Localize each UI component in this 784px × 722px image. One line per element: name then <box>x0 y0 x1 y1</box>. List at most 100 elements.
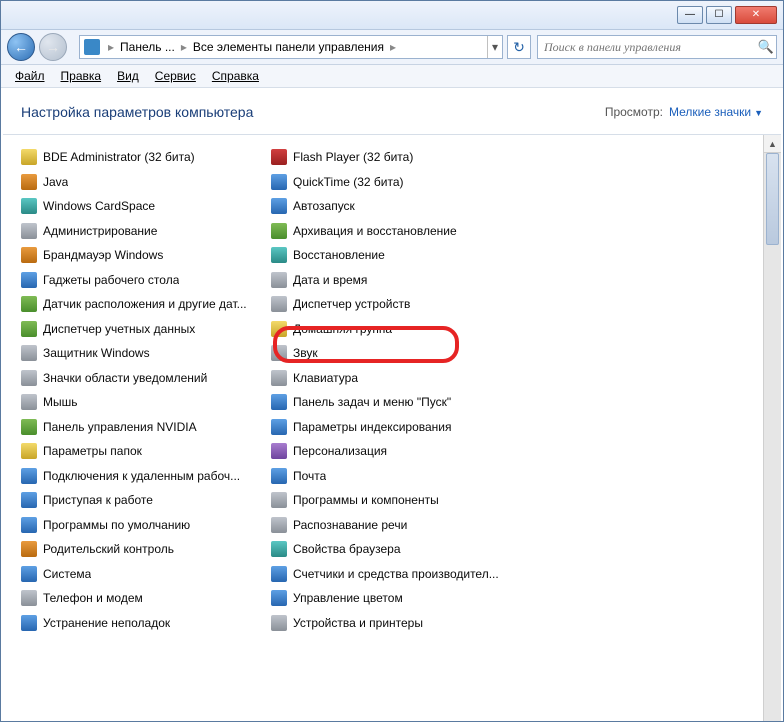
item-label: Управление цветом <box>293 591 403 605</box>
address-dropdown[interactable]: ▾ <box>487 36 502 58</box>
item-label: Брандмауэр Windows <box>43 248 163 262</box>
item-label: Устройства и принтеры <box>293 616 423 630</box>
item-label: Windows CardSpace <box>43 199 155 213</box>
back-button[interactable]: ← <box>7 33 35 61</box>
control-panel-item[interactable]: Панель управления NVIDIA <box>17 415 267 440</box>
menu-file[interactable]: Файл <box>7 67 53 85</box>
view-dropdown[interactable]: Мелкие значки▼ <box>669 105 763 119</box>
control-panel-item[interactable]: Домашняя группа <box>267 317 517 342</box>
breadcrumb-segment[interactable]: Все элементы панели управления <box>191 40 386 54</box>
control-panel-item[interactable]: Мышь <box>17 390 267 415</box>
close-icon: ✕ <box>752 10 760 20</box>
item-icon <box>271 247 287 263</box>
control-panel-item[interactable]: Распознавание речи <box>267 513 517 538</box>
item-label: BDE Administrator (32 бита) <box>43 150 195 164</box>
breadcrumb-segment[interactable]: Панель ... <box>118 40 177 54</box>
control-panel-item[interactable]: Параметры индексирования <box>267 415 517 440</box>
item-icon <box>271 468 287 484</box>
control-panel-item[interactable]: Администрирование <box>17 219 267 244</box>
address-bar[interactable]: ▸ Панель ... ▸ Все элементы панели управ… <box>79 35 503 59</box>
scroll-up-button[interactable]: ▲ <box>764 135 781 153</box>
item-icon <box>271 419 287 435</box>
item-icon <box>271 541 287 557</box>
control-panel-item[interactable]: Подключения к удаленным рабоч... <box>17 464 267 489</box>
control-panel-item[interactable]: QuickTime (32 бита) <box>267 170 517 195</box>
refresh-button[interactable]: ↻ <box>507 35 531 59</box>
minimize-icon: — <box>685 10 695 20</box>
control-panel-item[interactable]: Клавиатура <box>267 366 517 391</box>
chevron-right-icon: ▸ <box>104 40 118 54</box>
item-icon <box>21 345 37 361</box>
search-input[interactable] <box>538 40 756 55</box>
item-icon <box>271 615 287 631</box>
control-panel-item[interactable]: Автозапуск <box>267 194 517 219</box>
control-panel-item[interactable]: Почта <box>267 464 517 489</box>
control-panel-item[interactable]: Программы по умолчанию <box>17 513 267 538</box>
item-label: Значки области уведомлений <box>43 371 207 385</box>
item-icon <box>21 492 37 508</box>
control-panel-item[interactable]: Flash Player (32 бита) <box>267 145 517 170</box>
control-panel-item[interactable]: Устранение неполадок <box>17 611 267 636</box>
content-area: BDE Administrator (32 бита) Java Windows C… <box>3 134 781 722</box>
control-panel-icon <box>84 39 100 55</box>
forward-button[interactable]: → <box>39 33 67 61</box>
control-panel-item[interactable]: Брандмауэр Windows <box>17 243 267 268</box>
control-panel-item[interactable]: Windows CardSpace <box>17 194 267 219</box>
control-panel-item[interactable]: Приступая к работе <box>17 488 267 513</box>
control-panel-item[interactable]: Значки области уведомлений <box>17 366 267 391</box>
control-panel-item[interactable]: Диспетчер учетных данных <box>17 317 267 342</box>
control-panel-item[interactable]: Восстановление <box>267 243 517 268</box>
item-label: Клавиатура <box>293 371 358 385</box>
arrow-right-icon: → <box>46 39 60 55</box>
control-panel-item[interactable]: Архивация и восстановление <box>267 219 517 244</box>
control-panel-item[interactable]: Диспетчер устройств <box>267 292 517 317</box>
item-label: Персонализация <box>293 444 387 458</box>
control-panel-item[interactable]: Персонализация <box>267 439 517 464</box>
minimize-button[interactable]: — <box>677 6 703 24</box>
control-panel-item[interactable]: Устройства и принтеры <box>267 611 517 636</box>
search-box[interactable]: 🔍 <box>537 35 777 59</box>
control-panel-item[interactable]: Защитник Windows <box>17 341 267 366</box>
control-panel-item[interactable]: BDE Administrator (32 бита) <box>17 145 267 170</box>
control-panel-item[interactable]: Свойства браузера <box>267 537 517 562</box>
close-button[interactable]: ✕ <box>735 6 777 24</box>
item-icon <box>21 174 37 190</box>
chevron-right-icon: ▸ <box>177 40 191 54</box>
control-panel-item[interactable]: Дата и время <box>267 268 517 293</box>
item-icon <box>21 370 37 386</box>
item-label: Администрирование <box>43 224 157 238</box>
control-panel-item[interactable]: Управление цветом <box>267 586 517 611</box>
control-panel-item[interactable]: Счетчики и средства производител... <box>267 562 517 587</box>
maximize-button[interactable]: ☐ <box>706 6 732 24</box>
control-panel-item[interactable]: Телефон и модем <box>17 586 267 611</box>
item-icon <box>271 590 287 606</box>
control-panel-item[interactable]: Панель задач и меню "Пуск" <box>267 390 517 415</box>
item-icon <box>21 419 37 435</box>
menu-help[interactable]: Справка <box>204 67 267 85</box>
control-panel-item[interactable]: Датчик расположения и другие дат... <box>17 292 267 317</box>
item-label: Защитник Windows <box>43 346 150 360</box>
item-label: Домашняя группа <box>293 322 392 336</box>
menu-edit[interactable]: Правка <box>53 67 110 85</box>
navbar: ← → ▸ Панель ... ▸ Все элементы панели у… <box>1 30 783 65</box>
menu-service[interactable]: Сервис <box>147 67 204 85</box>
vertical-scrollbar[interactable]: ▲ ▼ <box>763 135 781 722</box>
control-panel-item[interactable]: Звук <box>267 341 517 366</box>
item-icon <box>21 566 37 582</box>
chevron-right-icon: ▸ <box>386 40 400 54</box>
menu-view[interactable]: Вид <box>109 67 147 85</box>
control-panel-item[interactable]: Параметры папок <box>17 439 267 464</box>
control-panel-item[interactable]: Программы и компоненты <box>267 488 517 513</box>
scroll-thumb[interactable] <box>766 153 779 245</box>
item-label: Программы по умолчанию <box>43 518 190 532</box>
item-icon <box>271 345 287 361</box>
control-panel-item[interactable]: Java <box>17 170 267 195</box>
item-label: Автозапуск <box>293 199 355 213</box>
control-panel-item[interactable]: Гаджеты рабочего стола <box>17 268 267 293</box>
item-label: Параметры папок <box>43 444 142 458</box>
control-panel-item[interactable]: Система <box>17 562 267 587</box>
item-icon <box>21 296 37 312</box>
control-panel-item[interactable]: Родительский контроль <box>17 537 267 562</box>
item-label: Java <box>43 175 68 189</box>
item-icon <box>271 321 287 337</box>
